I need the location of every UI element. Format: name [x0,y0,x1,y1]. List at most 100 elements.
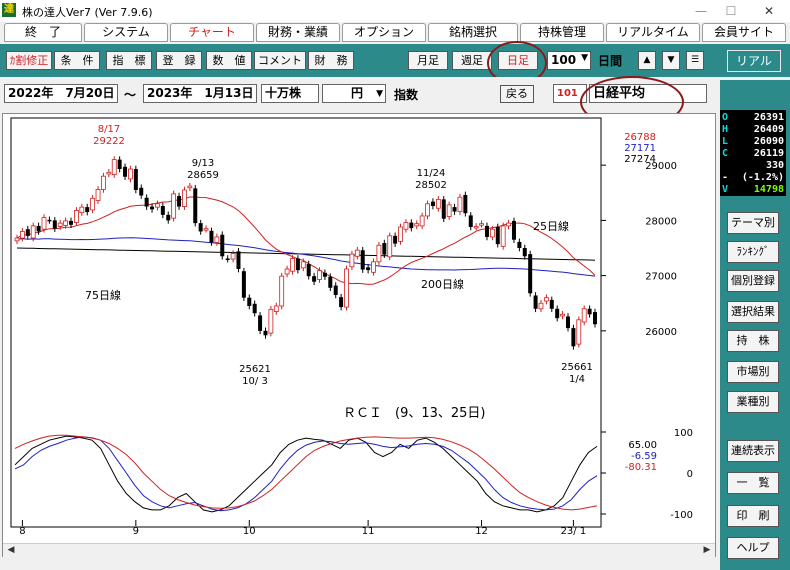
tab-chart[interactable]: チャート [170,23,254,42]
candle-down [517,241,522,248]
chart-panel[interactable]: 29000 28000 27000 26000 26788 27171 27274 8 9 10 1… [2,113,716,557]
candle-up [506,222,511,227]
rci-series-line [14,434,598,511]
condition-button[interactable]: 条 件 [54,51,100,70]
tab-quit[interactable]: 終 了 [4,23,82,42]
help-button[interactable]: ヘルプ [727,537,779,559]
quote-change: 330 [765,160,784,171]
candle-up [268,308,274,334]
tab-finance[interactable]: 財務・業績 [256,23,340,42]
menu-icon[interactable]: ☰ [686,51,704,70]
candle-up [41,217,47,230]
x-tick-label: 10 [243,526,256,537]
industry-button[interactable]: 業種別 [727,391,779,413]
indicator-button[interactable]: 指 標 [106,51,152,70]
candle-up [581,308,587,323]
scroll-right-icon[interactable]: ▶ [700,543,714,557]
end-date-field[interactable]: 2023年 1月13日 [143,84,257,103]
candle-up [128,168,133,180]
list-button[interactable]: 一 覧 [727,472,779,494]
candle-down [333,285,338,295]
maximize-button[interactable]: ☐ [716,2,746,20]
candle-down [382,243,387,255]
tab-member-site[interactable]: 会員サイト [702,23,786,42]
candle-down [463,194,468,214]
ma200-line [16,247,596,261]
quote-high: H 26409 [722,124,784,135]
candle-down [360,250,365,270]
candle-down [328,276,333,288]
comment-button[interactable]: コメント [254,51,306,70]
weekly-button[interactable]: 週足 [452,51,492,70]
back-button[interactable]: 戻る [500,85,534,103]
candle-up [74,210,79,223]
candle-up [63,220,69,226]
individual-register-button[interactable]: 個別登録 [727,270,779,292]
annotation-date: 10/ 3 [242,376,268,387]
candle-down [85,207,90,213]
tab-realtime[interactable]: リアルタイム [606,23,700,42]
tab-options[interactable]: オプション [342,23,426,42]
candle-down [484,225,489,237]
volume-unit-field[interactable]: 十万株 [261,84,319,103]
annotation-date: 9/13 [192,158,214,169]
quote-box: O 26391 H 26409 L 26090 C 26119 330 - (-1.2%)… [720,110,786,196]
ma25-label: 25日線 [533,219,569,233]
ranking-button[interactable]: ﾗﾝｷﾝｸﾞ [727,241,779,263]
register-button[interactable]: 登 録 [156,51,202,70]
continuous-display-button[interactable]: 連続表示 [727,440,779,462]
annotation-value: 25621 [239,364,271,375]
tab-holdings[interactable]: 持株管理 [520,23,604,42]
candle-up [576,319,582,345]
candle-up [425,203,430,217]
down-arrow-icon[interactable]: ▼ [662,51,680,70]
holdings-button[interactable]: 持 株 [727,330,779,352]
candle-down [495,227,500,245]
horizontal-scrollbar[interactable] [3,543,715,557]
theme-button[interactable]: テーマ別 [727,212,779,234]
candle-up [500,225,506,247]
close-button[interactable]: ✕ [754,2,784,20]
candle-down [252,303,257,314]
candle-down [247,297,252,306]
app-icon: 達 [2,3,16,17]
period-count-select[interactable]: 100 ▼ [547,51,591,70]
market-button[interactable]: 市場別 [727,361,779,383]
tab-system[interactable]: システム [84,23,168,42]
tab-stock-select[interactable]: 銘柄選択 [428,23,518,42]
annotation-value: 28659 [187,170,219,181]
rci-tick-label: 0 [687,469,693,480]
candle-down [549,299,554,309]
candle-up [446,204,452,217]
candle-up [155,203,160,208]
candle-down [133,169,138,190]
candle-down [193,188,198,224]
candle-down [177,196,182,207]
candle-up [203,228,209,231]
candle-up [457,196,463,212]
candle-down [236,251,241,269]
x-tick-label: 11 [362,526,375,537]
print-button[interactable]: 印 刷 [727,505,779,527]
candle-down [468,215,473,228]
values-button[interactable]: 数 値 [206,51,252,70]
candle-up [279,275,285,307]
annotation-date: 8/17 [98,124,120,135]
financials-button[interactable]: 財 務 [308,51,354,70]
start-date-field[interactable]: 2022年 7月20日 [4,84,118,103]
selection-result-button[interactable]: 選択結果 [727,301,779,323]
up-arrow-icon[interactable]: ▲ [638,51,656,70]
candle-down [441,199,446,219]
candle-down [139,187,144,196]
candle-down [322,272,327,277]
split-adjust-button[interactable]: ｶ割修正 [6,51,52,70]
candle-down [593,312,597,325]
candle-down [295,258,300,271]
minimize-button[interactable]: — [686,2,716,20]
candle-down [366,267,371,271]
rci-title: ＲＣＩ (9、13、25日) [343,406,486,421]
monthly-button[interactable]: 月足 [408,51,448,70]
currency-select[interactable]: 円 ▼ [322,84,386,103]
real-button[interactable]: リアル [727,50,781,72]
scroll-left-icon[interactable]: ◀ [4,543,18,557]
